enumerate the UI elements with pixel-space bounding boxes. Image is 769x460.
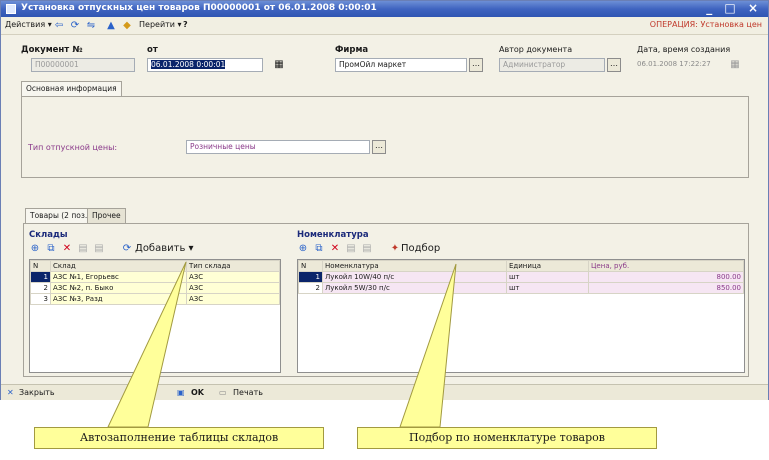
right-callout-pointer [399,263,457,428]
callout-left: Автозаполнение таблицы складов [34,427,324,449]
callout-pointers [107,261,457,428]
callout-right: Подбор по номенклатуре товаров [357,427,657,449]
left-callout-pointer [107,261,187,428]
